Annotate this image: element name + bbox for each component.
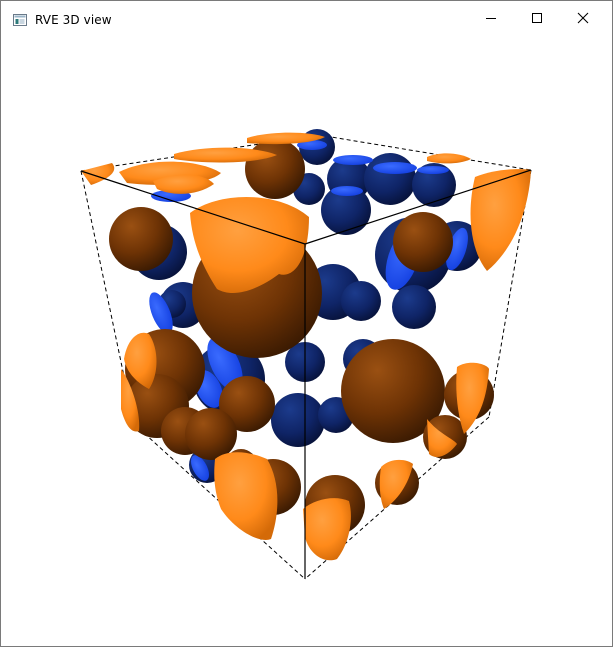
maximize-icon: [531, 11, 543, 29]
3d-render-viewport[interactable]: [9, 39, 605, 637]
title-bar[interactable]: RVE 3D view: [1, 1, 612, 39]
rve-cube-render: [80, 129, 532, 580]
window-title: RVE 3D view: [35, 13, 112, 27]
app-window-icon: [13, 13, 27, 26]
maximize-button[interactable]: [514, 1, 560, 39]
close-icon: [577, 11, 589, 29]
minimize-icon: [485, 11, 497, 29]
minimize-button[interactable]: [468, 1, 514, 39]
rve-3d-view-window: RVE 3D view: [0, 0, 613, 647]
close-button[interactable]: [560, 1, 606, 39]
